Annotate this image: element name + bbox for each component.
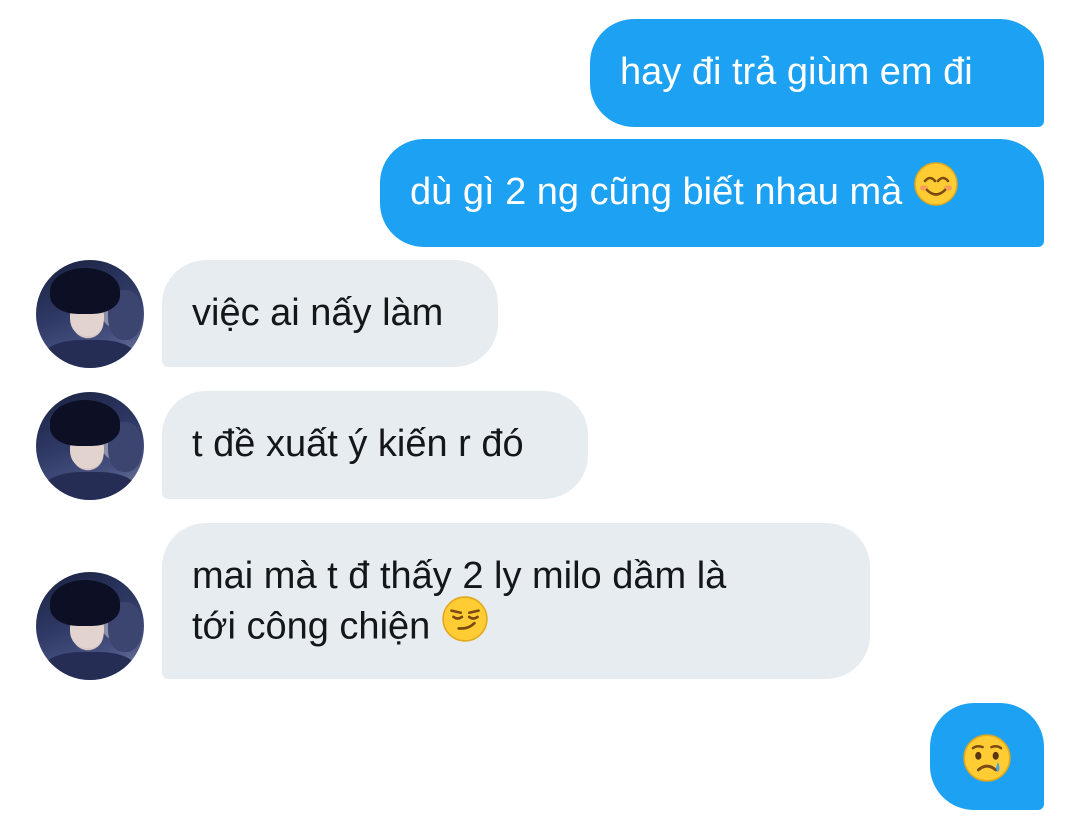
message-text-line1: mai mà t đ thấy 2 ly milo dầm là bbox=[192, 555, 727, 597]
avatar[interactable] bbox=[36, 572, 144, 680]
smiling-face-icon bbox=[913, 161, 959, 220]
message-text: dù gì 2 ng cũng biết nhau mà bbox=[410, 171, 913, 213]
smirking-face-icon bbox=[441, 595, 489, 656]
outgoing-message[interactable]: dù gì 2 ng cũng biết nhau mà bbox=[380, 139, 1044, 247]
avatar[interactable] bbox=[36, 260, 144, 368]
incoming-message[interactable]: mai mà t đ thấy 2 ly milo dầm là tới côn… bbox=[162, 523, 870, 679]
avatar[interactable] bbox=[36, 392, 144, 500]
incoming-message[interactable]: việc ai nấy làm bbox=[162, 260, 498, 367]
message-text: t đề xuất ý kiến r đó bbox=[192, 423, 524, 465]
message-text: hay đi trả giùm em đi bbox=[620, 51, 973, 93]
crying-face-icon bbox=[962, 733, 1012, 796]
message-text: việc ai nấy làm bbox=[192, 292, 444, 334]
outgoing-message[interactable]: hay đi trả giùm em đi bbox=[590, 19, 1044, 127]
outgoing-message[interactable] bbox=[930, 703, 1044, 810]
incoming-message[interactable]: t đề xuất ý kiến r đó bbox=[162, 391, 588, 499]
message-text-line2: tới công chiện bbox=[192, 605, 441, 648]
